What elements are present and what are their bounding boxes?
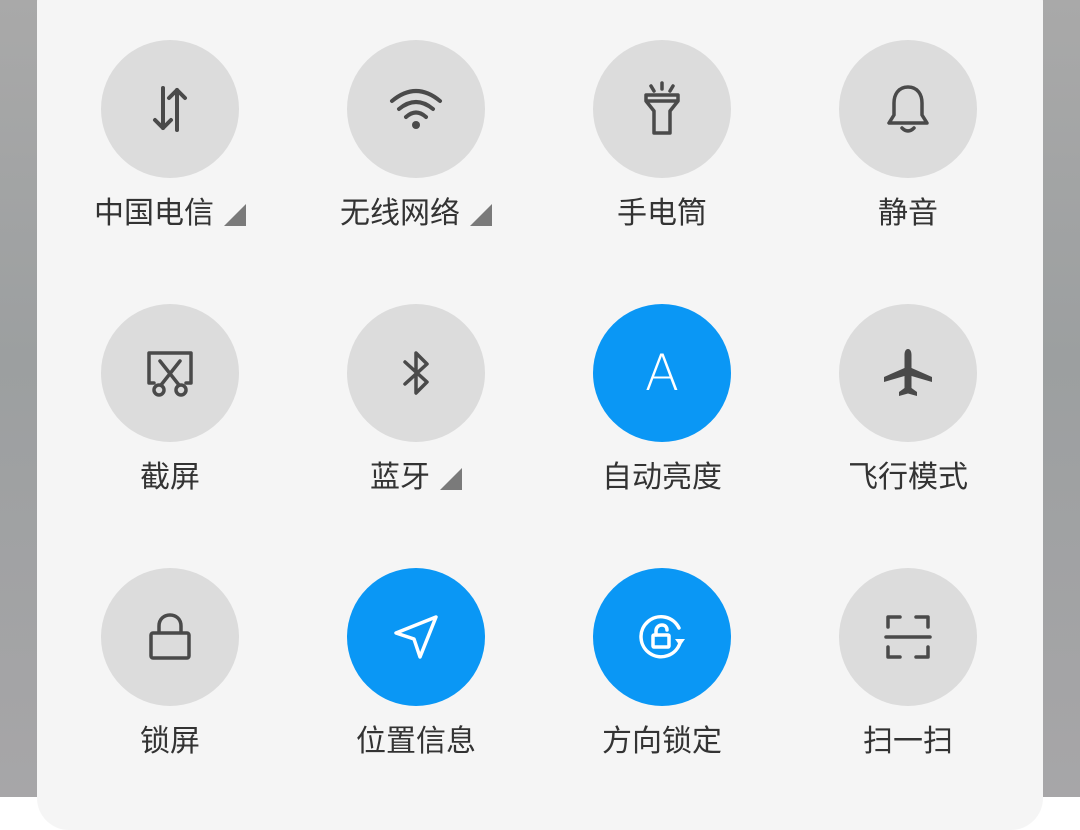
tile-label: 锁屏	[140, 724, 200, 759]
quick-settings-panel: 中国电信 无线网络 手电筒 静音 截屏 蓝牙 A 自动亮度 飞行模式 锁屏 位置…	[37, 0, 1043, 830]
tile-mobile-data[interactable]: 中国电信	[47, 40, 293, 280]
mobile-data-icon	[153, 86, 187, 132]
flashlight-toggle[interactable]	[593, 40, 731, 178]
tile-label: 无线网络	[293, 194, 539, 234]
rotation-lock-icon	[639, 614, 685, 659]
flashlight-icon	[644, 81, 680, 135]
tile-label: 截屏	[140, 460, 200, 495]
tile-label: 中国电信	[47, 194, 293, 234]
tile-label: 自动亮度	[602, 460, 722, 495]
wifi-toggle[interactable]	[347, 40, 485, 178]
auto-brightness-toggle[interactable]: A	[593, 304, 731, 442]
lock-icon	[149, 613, 191, 660]
tile-label: 扫一扫	[863, 724, 953, 759]
mobile-data-toggle[interactable]	[101, 40, 239, 178]
location-icon	[394, 615, 438, 659]
tile-airplane[interactable]: 飞行模式	[785, 304, 1031, 544]
location-toggle[interactable]	[347, 568, 485, 706]
tile-auto-brightness[interactable]: A 自动亮度	[539, 304, 785, 544]
auto-brightness-icon: A	[644, 344, 680, 402]
tile-scan[interactable]: 扫一扫	[785, 568, 1031, 808]
submenu-indicator-icon[interactable]	[224, 204, 246, 226]
scan-toggle[interactable]	[839, 568, 977, 706]
tile-label: 静音	[878, 196, 938, 231]
tile-screenshot[interactable]: 截屏	[47, 304, 293, 544]
tile-flashlight[interactable]: 手电筒	[539, 40, 785, 280]
submenu-indicator-icon[interactable]	[470, 204, 492, 226]
tile-label: 飞行模式	[848, 460, 968, 495]
tile-bluetooth[interactable]: 蓝牙	[293, 304, 539, 544]
rotation-lock-toggle[interactable]	[593, 568, 731, 706]
silent-toggle[interactable]	[839, 40, 977, 178]
airplane-icon	[884, 349, 932, 396]
tile-label: 位置信息	[356, 724, 476, 759]
tile-lock-screen[interactable]: 锁屏	[47, 568, 293, 808]
tile-location[interactable]: 位置信息	[293, 568, 539, 808]
tile-rotation-lock[interactable]: 方向锁定	[539, 568, 785, 808]
bluetooth-toggle[interactable]	[347, 304, 485, 442]
tile-silent[interactable]: 静音	[785, 40, 1031, 280]
scan-icon	[884, 615, 932, 659]
tile-wifi[interactable]: 无线网络	[293, 40, 539, 280]
airplane-toggle[interactable]	[839, 304, 977, 442]
screenshot-toggle[interactable]	[101, 304, 239, 442]
wifi-icon	[390, 89, 442, 129]
tile-label: 手电筒	[617, 196, 707, 231]
bluetooth-icon	[403, 351, 429, 395]
bell-icon	[887, 85, 929, 133]
submenu-indicator-icon[interactable]	[440, 468, 462, 490]
tile-label: 方向锁定	[602, 724, 722, 759]
tile-label: 蓝牙	[293, 458, 539, 498]
screenshot-icon	[147, 351, 193, 397]
lock-screen-toggle[interactable]	[101, 568, 239, 706]
